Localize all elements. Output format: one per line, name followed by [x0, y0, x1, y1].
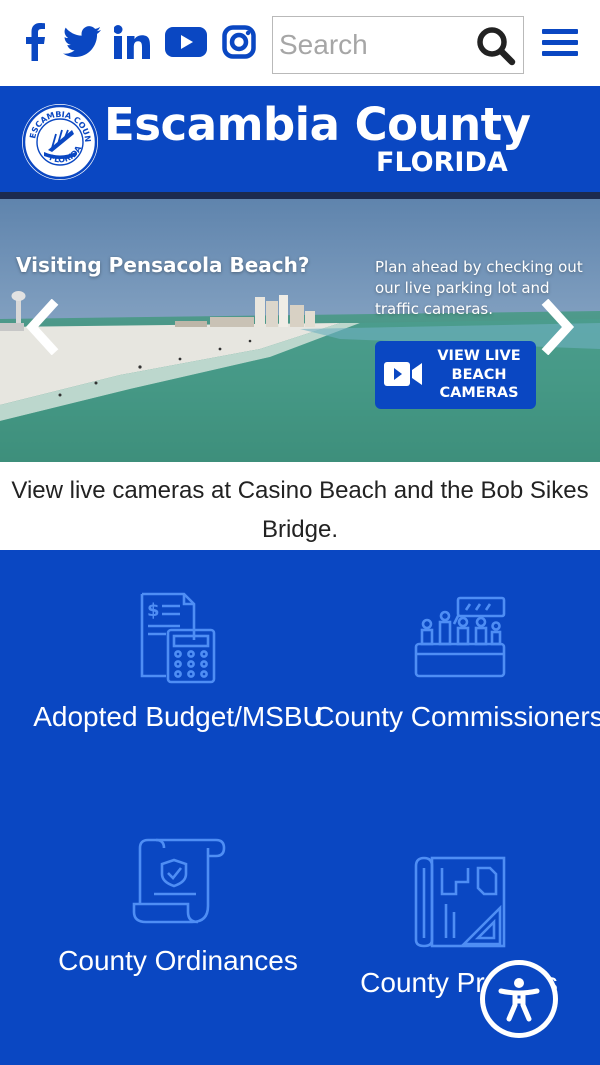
previous-slide-button[interactable]: [22, 298, 62, 356]
facebook-icon[interactable]: [20, 20, 50, 64]
site-title[interactable]: Escambia County: [104, 98, 564, 152]
brand-divider: [0, 192, 600, 199]
video-camera-icon: [384, 362, 422, 386]
blueprint-icon: [414, 856, 506, 948]
menu-button[interactable]: [538, 22, 582, 64]
next-slide-button[interactable]: [538, 298, 578, 356]
accessibility-button[interactable]: [480, 960, 558, 1038]
hero-caption-text: View live cameras at Casino Beach and th…: [11, 477, 589, 543]
youtube-icon[interactable]: [164, 20, 208, 64]
accessibility-button-face: [485, 965, 553, 1033]
chevron-right-icon: [541, 298, 575, 356]
tile-county-ordinances-label: County Ordinances: [58, 945, 298, 976]
svg-text:$: $: [147, 600, 160, 621]
tile-county-commissioners-label: County Commissioners: [314, 701, 600, 732]
instagram-icon[interactable]: [220, 20, 258, 64]
tile-county-ordinances[interactable]: County Ordinances: [0, 830, 300, 1050]
menu-bar-icon: [542, 40, 578, 45]
county-seal-logo[interactable]: ESCAMBIA COUNTY FLORIDA: [18, 97, 98, 180]
top-utility-bar: [0, 0, 600, 86]
tile-county-commissioners[interactable]: County Commissioners: [300, 560, 600, 800]
search-button[interactable]: [474, 24, 518, 68]
search-icon: [477, 27, 516, 66]
chevron-left-icon: [25, 298, 59, 356]
budget-calculator-icon: $: [140, 592, 216, 684]
view-live-beach-cameras-button[interactable]: VIEW LIVE BEACH CAMERAS: [375, 341, 536, 409]
hero-caption: View live cameras at Casino Beach and th…: [0, 462, 600, 550]
tile-adopted-budget-label: Adopted Budget/MSBU: [33, 701, 323, 732]
menu-bar-icon: [542, 29, 578, 34]
twitter-icon[interactable]: [62, 20, 102, 64]
tile-adopted-budget[interactable]: $ Adopted Budget/MSBU: [0, 560, 323, 800]
ordinance-scroll-icon: [132, 838, 226, 924]
view-live-beach-cameras-label: VIEW LIVE BEACH CAMERAS: [437, 348, 521, 401]
search-input[interactable]: [279, 25, 469, 65]
site-subtitle: FLORIDA: [376, 147, 508, 178]
menu-bar-icon: [542, 51, 578, 56]
beach-photo: [0, 199, 600, 462]
accessibility-person-icon: [498, 978, 540, 1022]
hero-slide: Visiting Pensacola Beach? Plan ahead by …: [0, 199, 600, 462]
commission-dais-icon: [414, 596, 506, 678]
linkedin-icon[interactable]: [112, 20, 152, 64]
hero-headline: Visiting Pensacola Beach?: [16, 253, 310, 277]
tile-county-projects[interactable]: County Projects: [300, 830, 600, 1050]
